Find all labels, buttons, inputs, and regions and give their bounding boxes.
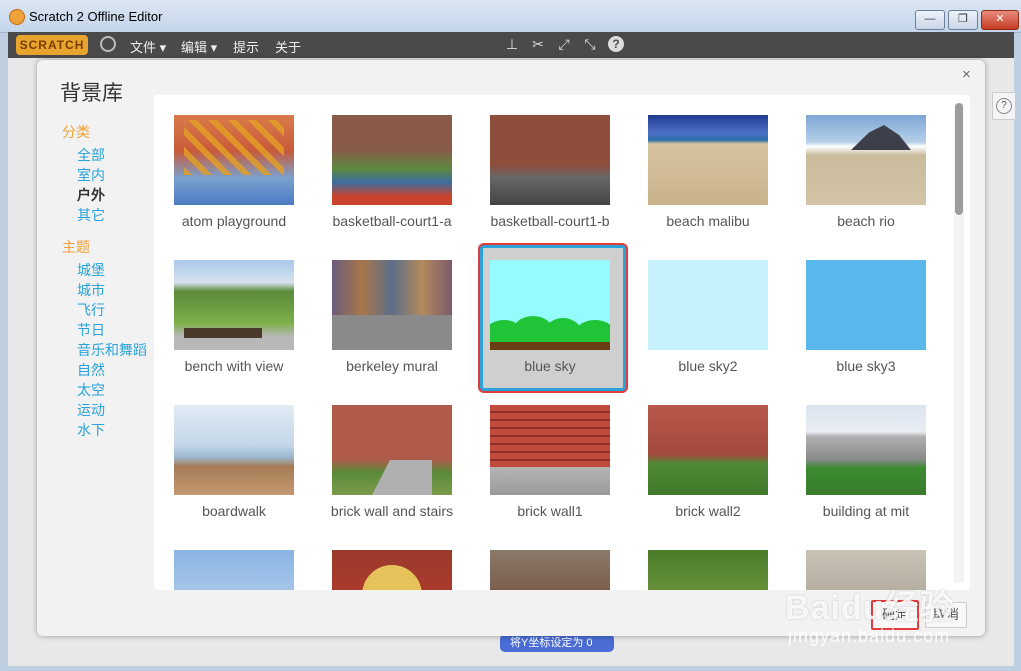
backdrop-thumbnail <box>490 260 610 350</box>
backdrop-thumbnail <box>174 405 294 495</box>
backdrop-label: building at mit <box>822 503 910 519</box>
backdrop-thumbnail <box>332 260 452 350</box>
backdrop-label: atom playground <box>181 213 287 229</box>
window-title: Scratch 2 Offline Editor <box>29 9 163 24</box>
backdrop-label: brick wall1 <box>517 503 583 519</box>
stamp-icon[interactable]: ⊥ <box>504 36 520 52</box>
backdrop-label: blue sky <box>524 358 576 374</box>
backdrop-tile[interactable]: blue sky2 <box>628 255 788 395</box>
themes-heading: 主题 <box>62 239 90 255</box>
backdrop-thumbnail <box>806 405 926 495</box>
backdrop-tile[interactable]: atom playground <box>154 110 314 250</box>
theme-sports[interactable]: 运动 <box>77 400 105 420</box>
menu-tips[interactable]: 提示 <box>233 37 259 56</box>
scrollbar-thumb[interactable] <box>955 103 963 215</box>
side-help-panel[interactable]: ? <box>992 92 1016 120</box>
backdrop-label: boardwalk <box>202 503 266 519</box>
backdrop-thumbnail <box>332 115 452 205</box>
backdrop-tile[interactable]: brick wall and stairs <box>312 400 472 540</box>
backdrop-library-dialog: 背景库 × 分类 全部 室内 户外 其它 主题 城堡 城市 飞行 节日 音乐和舞… <box>37 60 985 636</box>
backdrop-tile[interactable] <box>628 545 788 590</box>
menu-edit[interactable]: 编辑 ▾ <box>181 37 217 56</box>
dialog-title: 背景库 <box>60 82 123 105</box>
backdrop-label: beach rio <box>837 213 895 229</box>
language-globe-icon[interactable] <box>100 36 116 52</box>
cut-icon[interactable]: ✂ <box>530 36 546 52</box>
theme-nature[interactable]: 自然 <box>77 360 105 380</box>
backdrop-label: blue sky3 <box>836 358 896 374</box>
theme-castle[interactable]: 城堡 <box>77 260 105 280</box>
backdrop-tile[interactable]: berkeley mural <box>312 255 472 395</box>
backdrop-tile[interactable]: bench with view <box>154 255 314 395</box>
backdrop-tile[interactable]: boardwalk <box>154 400 314 540</box>
backdrop-label: blue sky2 <box>678 358 738 374</box>
category-outdoors[interactable]: 户外 <box>77 185 105 205</box>
scratch-menubar: SCRATCH 文件 ▾ 编辑 ▾ 提示 关于 ⊥ ✂ ⤢ ⤡ ? <box>8 32 1014 58</box>
theme-music-dance[interactable]: 音乐和舞蹈 <box>77 340 147 360</box>
menu-about[interactable]: 关于 <box>275 37 301 56</box>
category-all[interactable]: 全部 <box>77 145 105 165</box>
close-window-button[interactable]: ✕ <box>981 10 1019 30</box>
backdrop-thumbnail <box>648 115 768 205</box>
backdrop-tile[interactable]: basketball-court1-b <box>470 110 630 250</box>
backdrop-grid: atom playground basketball-court1-a bask… <box>154 95 970 590</box>
backdrop-thumbnail <box>174 115 294 205</box>
backdrop-tile-selected[interactable]: blue sky <box>477 245 637 391</box>
backdrop-tile[interactable] <box>312 545 472 590</box>
menu-file[interactable]: 文件 ▾ <box>130 37 166 56</box>
backdrop-thumbnail <box>806 115 926 205</box>
scratch-cat-icon <box>9 9 25 25</box>
backdrop-label: brick wall2 <box>675 503 741 519</box>
category-indoors[interactable]: 室内 <box>77 165 105 185</box>
backdrop-tile[interactable]: brick wall2 <box>628 400 788 540</box>
backdrop-thumbnail <box>174 550 294 590</box>
help-icon[interactable]: ? <box>608 36 624 52</box>
backdrop-label: beach malibu <box>666 213 750 229</box>
backdrop-tile[interactable]: blue sky3 <box>786 255 946 395</box>
shrink-icon[interactable]: ⤡ <box>582 36 598 52</box>
backdrop-label: basketball-court1-b <box>490 213 610 229</box>
maximize-button[interactable]: ❐ <box>948 10 978 30</box>
set-y-block[interactable]: 将Y坐标设定为 0 <box>500 634 614 652</box>
window-title-bar: Scratch 2 Offline Editor — ❐ ✕ <box>0 0 1021 33</box>
backdrop-thumbnail <box>332 550 452 590</box>
theme-holiday[interactable]: 节日 <box>77 320 105 340</box>
baidu-watermark: Baidu经验 <box>785 589 955 627</box>
backdrop-thumbnail <box>806 260 926 350</box>
backdrop-tile[interactable]: brick wall1 <box>470 400 630 540</box>
backdrop-thumbnail <box>490 115 610 205</box>
dialog-close-icon[interactable]: × <box>962 66 971 83</box>
backdrop-thumbnail <box>332 405 452 495</box>
backdrop-tile[interactable]: beach rio <box>786 110 946 250</box>
scratch-logo[interactable]: SCRATCH <box>16 35 88 55</box>
help-circle-icon: ? <box>996 98 1012 114</box>
backdrop-thumbnail <box>648 550 768 590</box>
category-other[interactable]: 其它 <box>77 205 105 225</box>
backdrop-tile[interactable] <box>154 545 314 590</box>
backdrop-label: brick wall and stairs <box>330 503 454 519</box>
backdrop-tile[interactable]: beach malibu <box>628 110 788 250</box>
minimize-button[interactable]: — <box>915 10 945 30</box>
backdrop-thumbnail <box>490 550 610 590</box>
baidu-watermark-url: jingyan.baidu.com <box>788 626 951 646</box>
backdrop-thumbnail <box>490 405 610 495</box>
backdrop-tile[interactable]: building at mit <box>786 400 946 540</box>
categories-heading: 分类 <box>62 124 90 140</box>
backdrop-thumbnail <box>174 260 294 350</box>
theme-space[interactable]: 太空 <box>77 380 105 400</box>
backdrop-thumbnail <box>648 260 768 350</box>
theme-flying[interactable]: 飞行 <box>77 300 105 320</box>
backdrop-tile[interactable] <box>470 545 630 590</box>
backdrop-thumbnail <box>648 405 768 495</box>
grow-icon[interactable]: ⤢ <box>556 36 572 52</box>
backdrop-label: berkeley mural <box>346 358 438 374</box>
theme-underwater[interactable]: 水下 <box>77 420 105 440</box>
backdrop-label: bench with view <box>184 358 284 374</box>
backdrop-tile[interactable]: basketball-court1-a <box>312 110 472 250</box>
backdrop-label: basketball-court1-a <box>332 213 452 229</box>
theme-city[interactable]: 城市 <box>77 280 105 300</box>
